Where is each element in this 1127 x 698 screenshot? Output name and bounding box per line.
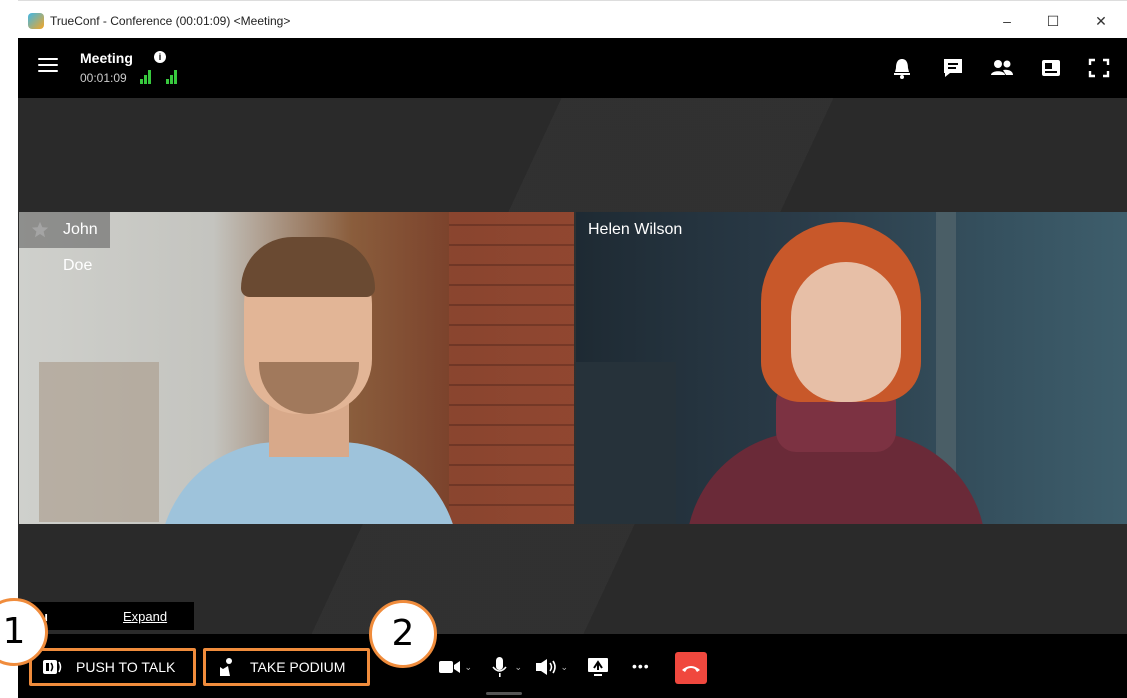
conference-window: TrueConf - Conference (00:01:09) <Meetin… — [0, 0, 1127, 698]
share-screen-control[interactable] — [586, 656, 620, 678]
trueconf-app-icon — [28, 13, 44, 29]
tile-name-label: Helen Wilson — [588, 221, 683, 238]
phone-hangup-icon — [682, 666, 700, 672]
signal-strength-icon — [166, 70, 182, 84]
mic-level-indicator — [486, 692, 522, 695]
info-icon[interactable]: i — [154, 51, 166, 63]
push-to-talk-label: PUSH TO TALK — [76, 659, 176, 675]
chevron-down-icon[interactable]: ⌄ — [514, 662, 522, 673]
speaker-control[interactable]: ⌄ — [534, 656, 568, 678]
chevron-down-icon[interactable]: ⌄ — [464, 662, 472, 673]
conference-timer: 00:01:09 — [80, 71, 127, 85]
window-title: TrueConf - Conference (00:01:09) <Meetin… — [50, 14, 291, 28]
conference-control-bar: PUSH TO TALK TAKE PODIUM ⌄ ⌄ ⌄ ••• — [18, 634, 1127, 698]
signal-strength-icon — [140, 70, 156, 84]
fullscreen-icon[interactable] — [1086, 56, 1112, 80]
speaker-icon — [536, 659, 556, 675]
hamburger-menu-icon[interactable] — [38, 58, 58, 74]
meeting-title: Meeting — [80, 50, 133, 66]
share-screen-icon — [588, 658, 608, 676]
tile-name-label: John Doe — [19, 212, 110, 274]
video-tile-helen-wilson[interactable] — [576, 212, 1127, 524]
push-to-talk-icon — [43, 660, 62, 674]
maximize-button[interactable]: ☐ — [1039, 9, 1067, 33]
more-options-button[interactable]: ••• — [632, 658, 666, 680]
take-podium-label: TAKE PODIUM — [250, 659, 346, 675]
video-tile-john-doe[interactable] — [19, 212, 574, 524]
take-podium-button[interactable]: TAKE PODIUM — [203, 648, 370, 686]
microphone-icon — [492, 657, 507, 677]
minimize-button[interactable]: – — [993, 9, 1021, 33]
layout-icon[interactable] — [1038, 56, 1064, 80]
bell-icon[interactable] — [889, 56, 915, 80]
camera-control[interactable]: ⌄ — [438, 656, 472, 678]
podium-icon — [220, 658, 232, 676]
callout-badge-2: 2 — [369, 600, 437, 668]
chat-icon[interactable] — [940, 56, 966, 80]
push-to-talk-button[interactable]: PUSH TO TALK — [29, 648, 196, 686]
hang-up-button[interactable] — [675, 652, 707, 684]
window-titlebar: TrueConf - Conference (00:01:09) <Meetin… — [18, 0, 1127, 38]
chevron-down-icon[interactable]: ⌄ — [560, 662, 568, 673]
conference-header: Meeting i 00:01:09 — [18, 38, 1127, 98]
camera-icon — [439, 661, 460, 673]
microphone-control[interactable]: ⌄ — [488, 656, 522, 678]
video-stage: John Doe Helen Wilson — [18, 98, 1127, 634]
close-button[interactable]: ✕ — [1087, 9, 1115, 33]
participants-icon[interactable] — [989, 56, 1015, 80]
expand-self-view-link[interactable]: Expand — [123, 609, 167, 624]
